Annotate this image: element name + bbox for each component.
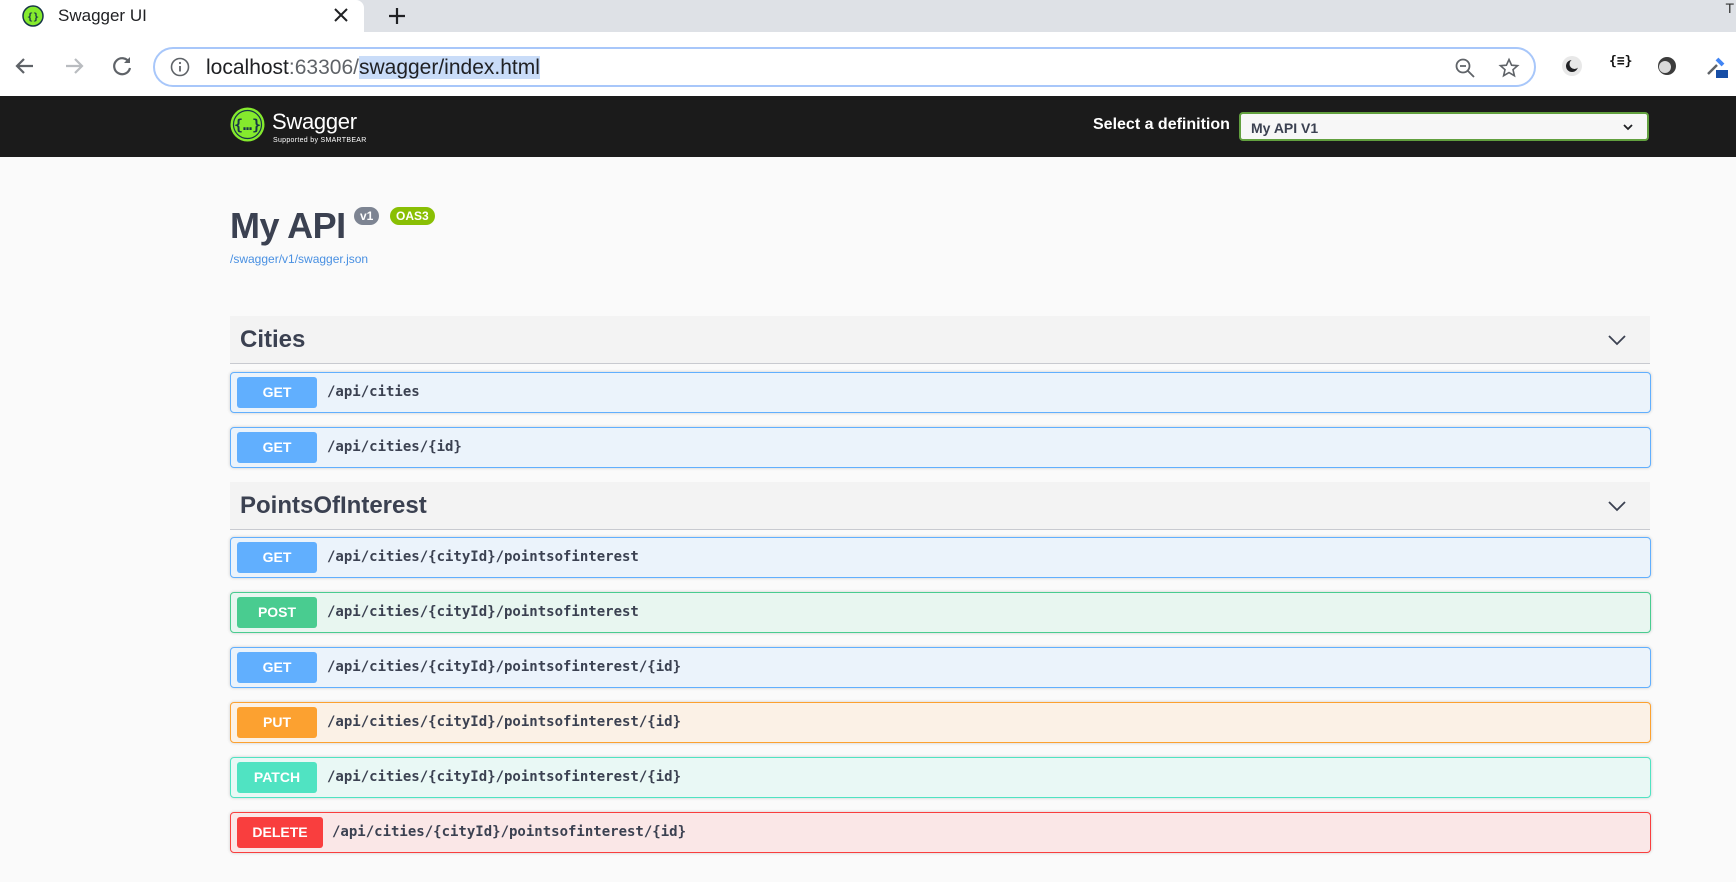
method-badge: GET [237, 432, 317, 463]
bookmark-star-icon[interactable] [1498, 57, 1520, 79]
operation-path: /api/cities/{cityId}/pointsofinterest/{i… [327, 659, 682, 675]
tab-title: Swagger UI [58, 6, 147, 25]
tag-name: PointsOfInterest [240, 492, 427, 519]
url-host: localhost [206, 56, 289, 79]
chevron-down-icon[interactable] [1606, 329, 1628, 351]
json-viewer-icon[interactable]: {≡} [1609, 54, 1632, 69]
back-icon[interactable] [12, 53, 38, 79]
operation-post-pointsofinterest[interactable]: POST /api/cities/{cityId}/pointsofintere… [230, 592, 1651, 633]
definition-select[interactable]: My API V1 [1239, 112, 1649, 141]
browser-toolbar: localhost:63306/swagger/index.html {≡} [0, 32, 1736, 96]
operation-put-pointofinterest[interactable]: PUT /api/cities/{cityId}/pointsofinteres… [230, 702, 1651, 743]
reload-icon[interactable] [109, 53, 135, 79]
chevron-down-icon[interactable] [1606, 495, 1628, 517]
method-badge: GET [237, 652, 317, 683]
url-port: :63306/ [288, 56, 359, 79]
swagger-logo-icon[interactable]: {…} [230, 107, 265, 142]
tag-header-pointsofinterest[interactable]: PointsOfInterest [230, 482, 1650, 530]
operation-path: /api/cities/{id} [327, 439, 462, 455]
dark-mode-icon[interactable] [1560, 54, 1584, 78]
url-text[interactable]: localhost:63306/swagger/index.html [206, 56, 540, 80]
svg-text:{…}: {…} [234, 116, 261, 134]
method-badge: GET [237, 377, 317, 408]
operation-path: /api/cities/{cityId}/pointsofinterest/{i… [327, 769, 682, 785]
operation-get-cities[interactable]: GET /api/cities [230, 372, 1651, 413]
operation-get-city-by-id[interactable]: GET /api/cities/{id} [230, 427, 1651, 468]
swagger-favicon-icon: {} [22, 5, 44, 27]
logo-text: Swagger [272, 109, 357, 134]
eyedropper-icon[interactable] [1704, 54, 1728, 78]
url-path-selected: swagger/index.html [358, 56, 540, 79]
operation-get-pointofinterest-by-id[interactable]: GET /api/cities/{cityId}/pointsofinteres… [230, 647, 1651, 688]
operation-delete-pointofinterest[interactable]: DELETE /api/cities/{cityId}/pointsofinte… [230, 812, 1651, 853]
swagger-topbar: {…} Swagger Supported by SMARTBEAR Selec… [0, 96, 1736, 157]
close-tab-icon[interactable] [330, 4, 352, 26]
method-badge: GET [237, 542, 317, 573]
method-badge: PATCH [237, 762, 317, 793]
tag-name: Cities [240, 326, 306, 353]
definition-label: Select a definition [1093, 116, 1230, 133]
chevron-down-icon [1623, 124, 1633, 131]
svg-text:{}: {} [27, 12, 39, 23]
operation-path: /api/cities/{cityId}/pointsofinterest [327, 549, 639, 565]
operation-path: /api/cities/{cityId}/pointsofinterest [327, 604, 639, 620]
address-bar[interactable]: localhost:63306/swagger/index.html [153, 47, 1536, 87]
operation-path: /api/cities [327, 384, 420, 400]
api-title: My API [230, 205, 346, 246]
site-info-icon[interactable] [170, 57, 190, 77]
method-badge: POST [237, 597, 317, 628]
operation-patch-pointofinterest[interactable]: PATCH /api/cities/{cityId}/pointsofinter… [230, 757, 1651, 798]
tag-header-cities[interactable]: Cities [230, 316, 1650, 364]
new-tab-icon[interactable] [385, 4, 409, 28]
tab-strip: {} Swagger UI T [0, 0, 1736, 32]
zoom-icon[interactable] [1454, 57, 1476, 79]
oas-badge: OAS3 [390, 207, 435, 225]
tab-overflow-glyph: T [1725, 0, 1734, 16]
logo-subtext: Supported by SMARTBEAR [273, 137, 367, 144]
method-badge: PUT [237, 707, 317, 738]
operation-path: /api/cities/{cityId}/pointsofinterest/{i… [327, 714, 682, 730]
spec-link[interactable]: /swagger/v1/swagger.json [230, 252, 368, 266]
browser-tab[interactable]: {} Swagger UI [0, 0, 364, 32]
operation-get-pointsofinterest[interactable]: GET /api/cities/{cityId}/pointsofinteres… [230, 537, 1651, 578]
circle-icon[interactable] [1655, 54, 1679, 78]
definition-value: My API V1 [1251, 120, 1319, 136]
forward-icon[interactable] [61, 53, 87, 79]
method-badge: DELETE [237, 817, 323, 848]
operation-path: /api/cities/{cityId}/pointsofinterest/{i… [332, 824, 687, 840]
version-badge: v1 [354, 207, 380, 225]
